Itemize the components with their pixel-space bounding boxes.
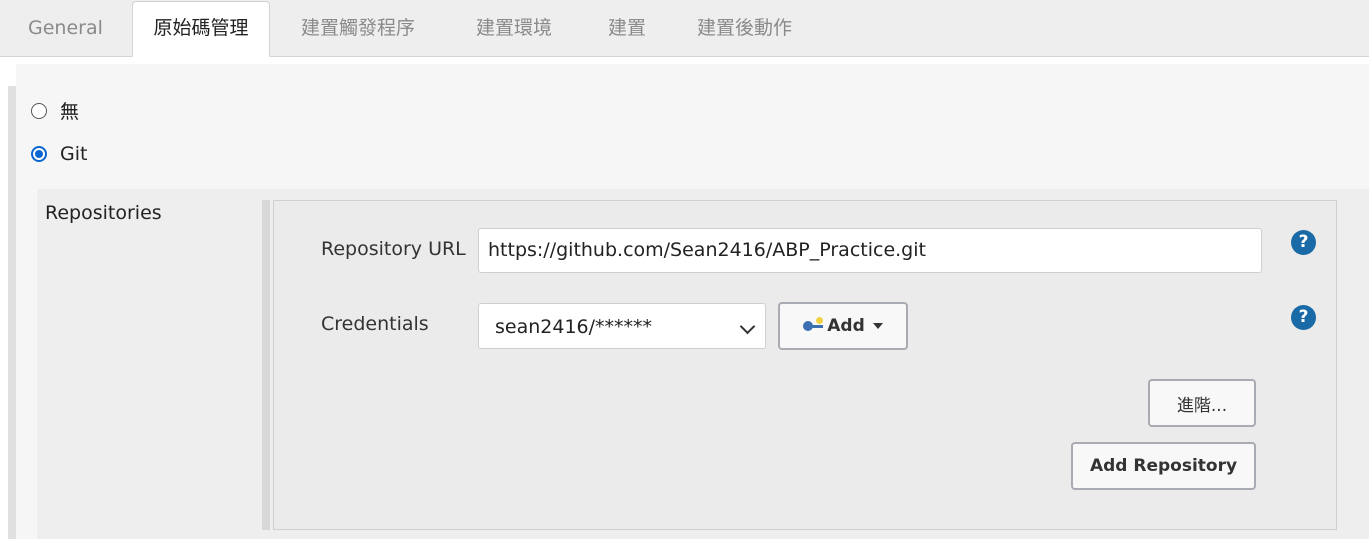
radio-git[interactable] [31, 146, 47, 162]
key-icon [803, 317, 825, 333]
tab-source-code-management[interactable]: 原始碼管理 [132, 1, 270, 57]
credentials-selected-value: sean2416/****** [495, 316, 653, 338]
repositories-label: Repositories [45, 202, 162, 224]
add-credentials-label: Add [827, 316, 865, 336]
section-rule [8, 86, 16, 539]
scm-option-none[interactable]: 無 [31, 97, 79, 124]
caret-down-icon [872, 323, 883, 329]
tab-bar: General 原始碼管理 建置觸發程序 建置環境 建置 建置後動作 [0, 0, 1369, 57]
credentials-help-icon[interactable]: ? [1291, 305, 1316, 330]
tab-general[interactable]: General [28, 0, 103, 56]
radio-git-label: Git [60, 143, 88, 165]
chevron-down-icon [739, 318, 756, 335]
tab-build-environment[interactable]: 建置環境 [476, 0, 552, 56]
tab-post-build-actions[interactable]: 建置後動作 [697, 0, 792, 56]
repository-url-help-icon[interactable]: ? [1291, 230, 1316, 255]
repository-rule [262, 200, 270, 530]
radio-none-label: 無 [60, 101, 80, 123]
add-credentials-button[interactable]: Add [778, 302, 908, 350]
advanced-button[interactable]: 進階... [1148, 379, 1256, 427]
tab-build-triggers[interactable]: 建置觸發程序 [301, 0, 415, 56]
credentials-select[interactable]: sean2416/****** [478, 303, 766, 349]
add-repository-button[interactable]: Add Repository [1071, 442, 1256, 490]
repository-url-input[interactable]: https://github.com/Sean2416/ABP_Practice… [478, 228, 1262, 273]
scm-option-git[interactable]: Git [31, 143, 87, 165]
radio-none[interactable] [31, 102, 47, 119]
credentials-label: Credentials [321, 313, 429, 335]
tab-build[interactable]: 建置 [608, 0, 646, 56]
repository-url-label: Repository URL [321, 238, 466, 260]
